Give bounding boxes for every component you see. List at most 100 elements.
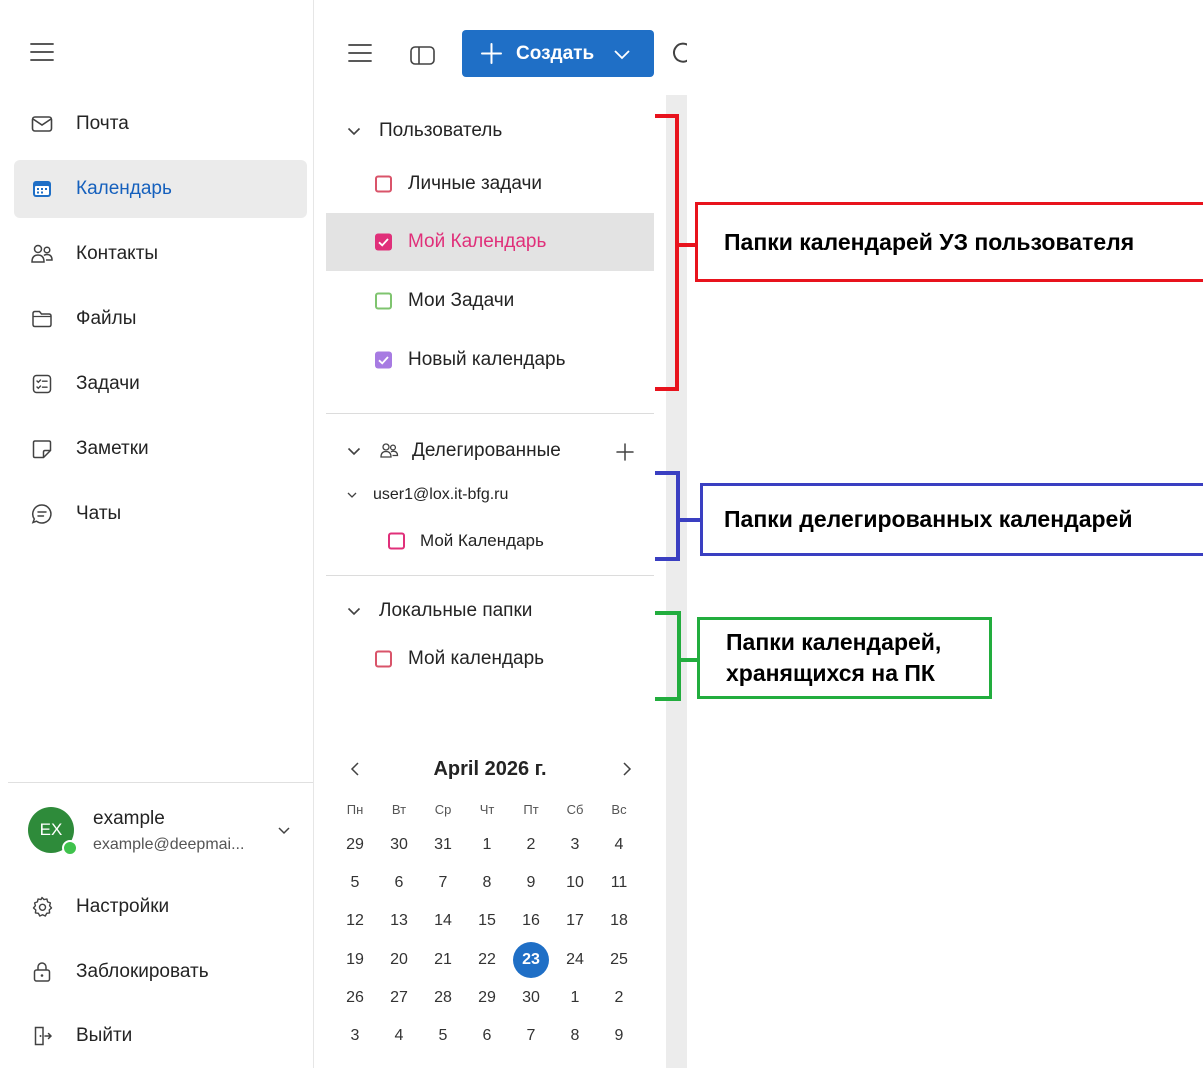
hamburger-menu-icon[interactable] [346,40,374,66]
nav-item-tasks[interactable]: Задачи [14,355,307,413]
day-cell[interactable]: 15 [465,902,509,940]
day-cell[interactable]: 23 [509,941,553,979]
calendar-checkbox-checked[interactable] [375,233,392,251]
day-cell[interactable]: 8 [465,864,509,902]
weekday-label: Вт [391,801,407,817]
nav-item-notes[interactable]: Заметки [14,420,307,478]
chevron-down-icon [346,489,358,501]
calendar-item[interactable]: Мой календарь [326,630,654,688]
day-cell[interactable]: 3 [333,1017,377,1055]
day-cell[interactable]: 29 [465,979,509,1017]
day-cell[interactable]: 20 [377,941,421,979]
toggle-pane-icon[interactable] [409,43,436,67]
day-cell[interactable]: 31 [421,826,465,864]
calendar-name: Мой Календарь [420,531,544,550]
calendar-icon [30,177,54,201]
day-cell[interactable]: 18 [597,902,641,940]
day-cell[interactable]: 19 [333,941,377,979]
day-cell[interactable]: 25 [597,941,641,979]
group-header-user[interactable]: Пользователь [346,120,502,142]
calendar-checkbox[interactable] [375,292,392,310]
calendar-checkbox-checked[interactable] [375,351,392,369]
group-header-delegated[interactable]: Делегированные [346,440,561,462]
day-cell[interactable]: 1 [465,826,509,864]
day-cell[interactable]: 30 [509,979,553,1017]
group-title: Делегированные [412,440,561,461]
nav-item-sign-out[interactable]: Выйти [14,1007,307,1065]
chevron-right-icon[interactable] [618,760,636,778]
calendar-item[interactable]: Личные задачи [326,155,654,213]
day-cell[interactable]: 3 [553,826,597,864]
day-cell[interactable]: 29 [333,826,377,864]
day-cell[interactable]: 27 [377,979,421,1017]
plus-icon [480,42,503,65]
day-cell[interactable]: 28 [421,979,465,1017]
nav-item-calendar[interactable]: Календарь [14,160,307,218]
day-cell[interactable]: 17 [553,902,597,940]
day-cell[interactable]: 7 [421,864,465,902]
calendar-checkbox[interactable] [375,175,392,193]
day-cell[interactable]: 7 [509,1017,553,1055]
annotation-user: Папки календарей УЗ пользователя [695,202,1203,282]
calendar-item[interactable]: Мой Календарь [326,516,654,566]
day-cell[interactable]: 4 [377,1017,421,1055]
group-header-local[interactable]: Локальные папки [346,600,532,622]
calendar-checkbox[interactable] [375,650,392,668]
nav-item-label: Файлы [76,308,137,329]
day-cell[interactable]: 1 [553,979,597,1017]
nav-item-label: Календарь [76,178,172,199]
calendar-item[interactable]: Мои Задачи [326,272,654,330]
day-cell[interactable]: 13 [377,902,421,940]
nav-item-files[interactable]: Файлы [14,290,307,348]
nav-item-chats[interactable]: Чаты [14,485,307,543]
day-cell[interactable]: 14 [421,902,465,940]
day-cell[interactable]: 2 [509,826,553,864]
account-switcher[interactable]: EX example example@deepmai... [14,798,307,868]
day-cell[interactable]: 21 [421,941,465,979]
nav-item-contacts[interactable]: Контакты [14,225,307,283]
day-cell[interactable]: 6 [465,1017,509,1055]
calendar-checkbox[interactable] [388,532,405,550]
nav-item-label: Задачи [76,373,140,394]
weekday-label: Вс [611,801,627,817]
calendar-name: Мой Календарь [408,231,547,252]
day-cell[interactable]: 6 [377,864,421,902]
sign-out-icon [30,1024,54,1048]
nav-item-settings[interactable]: Настройки [14,878,307,936]
create-button-label: Создать [516,43,595,64]
delegated-account-header[interactable]: user1@lox.it-bfg.ru [346,486,508,504]
notes-icon [30,437,54,461]
chevron-left-icon[interactable] [346,760,364,778]
add-delegate-plus-icon[interactable] [615,442,635,462]
day-cell[interactable]: 9 [509,864,553,902]
day-cell[interactable]: 2 [597,979,641,1017]
nav-item-label: Почта [76,113,129,134]
refresh-icon[interactable] [670,40,687,66]
weekday-label: Ср [434,801,452,817]
day-cell[interactable]: 22 [465,941,509,979]
day-cell[interactable]: 12 [333,902,377,940]
day-cell[interactable]: 5 [421,1017,465,1055]
nav-item-label: Заблокировать [76,961,209,982]
chevron-down-icon[interactable] [613,47,631,61]
day-cell[interactable]: 11 [597,864,641,902]
settings-icon [30,895,54,919]
mini-calendar-month[interactable]: April 2026 г. [374,758,606,781]
hamburger-menu-icon[interactable] [28,38,56,66]
day-cell[interactable]: 24 [553,941,597,979]
day-cell[interactable]: 9 [597,1017,641,1055]
nav-item-mail[interactable]: Почта [14,95,307,153]
day-cell[interactable]: 30 [377,826,421,864]
nav-item-lock[interactable]: Заблокировать [14,943,307,1001]
day-cell[interactable]: 16 [509,902,553,940]
calendar-item[interactable]: Новый календарь [326,331,654,389]
calendar-item[interactable]: Мой Календарь [326,213,654,271]
create-button[interactable]: Создать [462,30,654,77]
day-cell[interactable]: 8 [553,1017,597,1055]
day-cell[interactable]: 10 [553,864,597,902]
day-cell[interactable]: 4 [597,826,641,864]
nav-item-label: Настройки [76,896,170,917]
day-cell[interactable]: 5 [333,864,377,902]
presence-status-icon [62,840,78,856]
day-cell[interactable]: 26 [333,979,377,1017]
